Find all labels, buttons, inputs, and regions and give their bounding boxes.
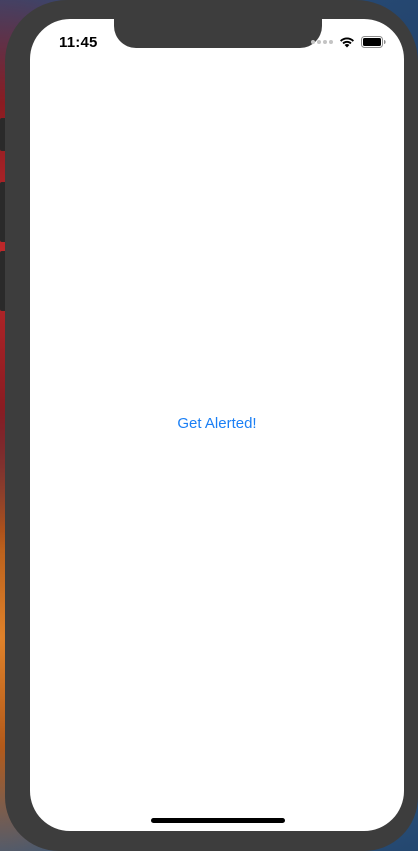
device-screen: 11:45 Get Alerted! (30, 19, 404, 831)
status-time: 11:45 (59, 34, 98, 51)
signal-dots-icon (311, 40, 333, 44)
phone-frame: 11:45 Get Alerted! (5, 0, 418, 851)
wifi-icon (339, 36, 355, 48)
home-indicator[interactable] (151, 818, 285, 823)
status-icons (311, 35, 386, 49)
notch (114, 19, 322, 48)
get-alerted-button[interactable]: Get Alerted! (30, 415, 404, 432)
battery-icon (361, 36, 386, 48)
